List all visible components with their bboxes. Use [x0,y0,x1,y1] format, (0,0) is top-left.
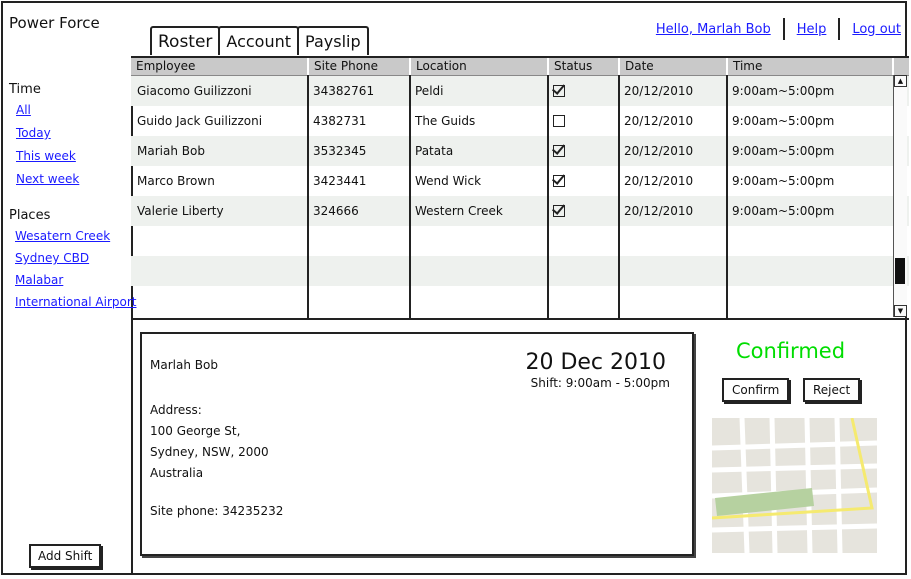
date-cell: 20/12/2010 [624,174,694,188]
location-map[interactable] [712,418,877,553]
grid-header: Employee Site Phone Location Status Date… [131,58,909,76]
time-link-all[interactable]: All [16,103,131,117]
date-cell: 20/12/2010 [624,84,694,98]
date-cell: 20/12/2010 [624,114,694,128]
status-cell [547,76,618,106]
empty-row [131,286,909,316]
employee-cell: Mariah Bob [137,144,205,158]
place-link[interactable]: Wesatern Creek [15,229,131,243]
places-list: Wesatern Creek Sydney CBD Malabar Intern… [3,229,136,309]
places-heading: Places [9,208,51,223]
location-cell: Patata [415,144,454,158]
app-title: Power Force [9,14,100,32]
reject-button[interactable]: Reject [803,378,861,402]
col-location[interactable]: Location [411,58,549,75]
status-badge: Confirmed [736,339,846,363]
logout-link[interactable]: Log out [852,22,901,37]
col-site-phone[interactable]: Site Phone [309,58,411,75]
status-checkbox[interactable] [553,205,565,217]
status-cell [547,166,618,196]
status-checkbox[interactable] [553,85,565,97]
address-line: Sydney, NSW, 2000 [150,445,269,459]
scroll-down-icon[interactable]: ▼ [894,305,907,317]
roster-grid: Employee Site Phone Location Status Date… [131,58,909,320]
sidebar: Time All Today This week Next week Place… [3,58,136,574]
location-cell: Peldi [415,84,444,98]
phone-cell: 34382761 [313,84,375,98]
location-cell: Western Creek [415,204,503,218]
detail-shift: Shift: 9:00am - 5:00pm [530,376,670,390]
status-cell [547,106,618,136]
detail-date: 20 Dec 2010 [525,350,666,375]
address-label: Address: [150,403,202,417]
place-link[interactable]: International Airport [15,295,136,309]
time-link-next-week[interactable]: Next week [16,172,131,186]
time-cell: 9:00am~5:00pm [732,204,835,218]
place-link[interactable]: Sydney CBD [15,251,131,265]
scroll-thumb[interactable] [895,258,905,284]
detail-site-phone: Site phone: 34235232 [150,504,284,518]
shift-detail-card: Marlah Bob 20 Dec 2010 Shift: 9:00am - 5… [140,332,694,556]
time-cell: 9:00am~5:00pm [732,174,835,188]
scroll-up-icon[interactable]: ▲ [894,75,907,87]
location-cell: Wend Wick [415,174,482,188]
time-cell: 9:00am~5:00pm [732,84,835,98]
phone-cell: 4382731 [313,114,367,128]
top-nav: Hello, Marlah Bob Help Log out [656,18,901,40]
address-line: Australia [150,466,204,480]
detail-name: Marlah Bob [150,358,218,372]
grid-scrollbar[interactable]: ▲ ▼ [893,75,907,317]
employee-cell: Giacomo Guilizzoni [137,84,252,98]
confirm-button[interactable]: Confirm [722,378,790,402]
tab-payslip[interactable]: Payslip [297,26,369,55]
time-cell: 9:00am~5:00pm [732,114,835,128]
table-row[interactable]: Valerie Liberty 324666 Western Creek 20/12/… [131,196,909,226]
tab-roster[interactable]: Roster [150,26,221,55]
tab-bar: Roster Account Payslip [150,26,369,55]
map-graphic [712,418,877,553]
time-heading: Time [9,82,41,97]
time-link-today[interactable]: Today [16,126,131,140]
empty-row [131,256,909,286]
empty-row [131,226,909,256]
grid-body: Giacomo Guilizzoni 34382761 Peldi 20/12/201… [131,76,909,316]
table-row[interactable]: Marco Brown 3423441 Wend Wick 20/12/2010 9:0… [131,166,909,196]
detail-address: Address: 100 George St, Sydney, NSW, 200… [150,400,269,484]
location-cell: The Guids [415,114,476,128]
phone-cell: 324666 [313,204,359,218]
place-link[interactable]: Malabar [15,273,131,287]
employee-cell: Guido Jack Guilizzoni [137,114,263,128]
table-row[interactable]: Mariah Bob 3532345 Patata 20/12/2010 9:00am~… [131,136,909,166]
tab-account[interactable]: Account [218,26,300,55]
help-link[interactable]: Help [797,22,827,37]
status-checkbox[interactable] [553,115,565,127]
status-cell [547,196,618,226]
col-employee[interactable]: Employee [131,58,309,75]
employee-cell: Marco Brown [137,174,215,188]
col-status[interactable]: Status [549,58,620,75]
table-row[interactable]: Guido Jack Guilizzoni 4382731 The Guids 20/… [131,106,909,136]
table-row[interactable]: Giacomo Guilizzoni 34382761 Peldi 20/12/201… [131,76,909,106]
col-date[interactable]: Date [620,58,728,75]
user-link[interactable]: Hello, Marlah Bob [656,22,771,37]
date-cell: 20/12/2010 [624,204,694,218]
col-time[interactable]: Time [728,58,894,75]
status-cell [547,136,618,166]
phone-cell: 3423441 [313,174,367,188]
time-link-this-week[interactable]: This week [16,149,131,163]
employee-cell: Valerie Liberty [137,204,224,218]
status-checkbox[interactable] [553,145,565,157]
phone-cell: 3532345 [313,144,367,158]
time-cell: 9:00am~5:00pm [732,144,835,158]
nav-divider [838,18,841,40]
address-line: 100 George St, [150,424,241,438]
status-checkbox[interactable] [553,175,565,187]
date-cell: 20/12/2010 [624,144,694,158]
nav-divider [782,18,785,40]
add-shift-button[interactable]: Add Shift [29,544,102,568]
